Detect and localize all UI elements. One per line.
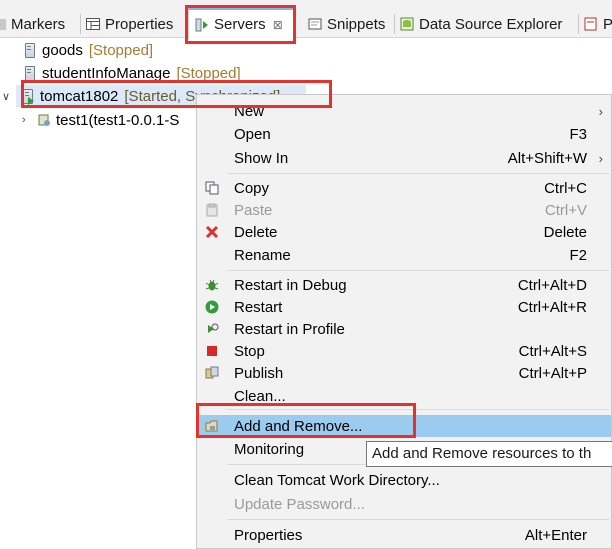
data-source-icon xyxy=(400,17,414,31)
add-remove-tooltip: Add and Remove resources to th xyxy=(366,441,612,467)
tab-markers[interactable]: Markers xyxy=(0,10,65,38)
properties-icon xyxy=(86,17,100,31)
menu-item-restart-in-debug[interactable]: Restart in Debug Ctrl+Alt+D xyxy=(197,274,611,296)
view-tab-bar: Markers Properties Servers ⊠ Snippets Da… xyxy=(0,0,612,39)
menu-item-update-password[interactable]: Update Password... xyxy=(197,493,611,515)
tab-label: Properties xyxy=(105,15,174,33)
tab-label: Pr xyxy=(603,15,612,33)
tab-progress[interactable]: Pr xyxy=(584,10,612,38)
server-name: studentInfoManage xyxy=(42,64,171,82)
highlight-box-servers-tab xyxy=(185,5,296,44)
menu-item-rename[interactable]: Rename F2 xyxy=(197,244,611,266)
menu-item-stop[interactable]: Stop Ctrl+Alt+S xyxy=(197,340,611,362)
tab-label: Data Source Explorer xyxy=(419,15,563,33)
tab-data-source-explorer[interactable]: Data Source Explorer xyxy=(400,10,562,38)
stop-icon xyxy=(205,344,219,358)
snippets-icon xyxy=(308,17,322,31)
chevron-right-icon[interactable]: › xyxy=(22,114,36,126)
chevron-right-icon: › xyxy=(598,103,603,119)
highlight-box-tomcat-row xyxy=(21,80,332,108)
menu-item-show-in[interactable]: Show In Alt+Shift+W › xyxy=(197,147,611,169)
run-icon xyxy=(205,300,219,314)
copy-icon xyxy=(205,181,219,195)
menu-item-open[interactable]: Open F3 xyxy=(197,123,611,145)
menu-item-publish[interactable]: Publish Ctrl+Alt+P xyxy=(197,362,611,384)
server-icon xyxy=(24,65,36,81)
module-icon xyxy=(36,113,52,127)
menu-item-copy[interactable]: Copy Ctrl+C xyxy=(197,177,611,199)
module-row-test1[interactable]: › test1(test1-0.0.1-S xyxy=(22,109,179,131)
menu-item-delete[interactable]: Delete Delete xyxy=(197,221,611,243)
paste-icon xyxy=(205,203,219,217)
highlight-box-add-remove xyxy=(196,403,416,438)
context-menu: New › Open F3 Show In Alt+Shift+W › Copy… xyxy=(196,94,612,549)
menu-item-restart[interactable]: Restart Ctrl+Alt+R xyxy=(197,296,611,318)
chevron-down-icon[interactable]: ∨ xyxy=(2,90,16,103)
menu-item-clean-tomcat-work-directory[interactable]: Clean Tomcat Work Directory... xyxy=(197,469,611,491)
delete-icon xyxy=(205,225,219,239)
tab-label: Snippets xyxy=(327,15,386,33)
tab-snippets[interactable]: Snippets xyxy=(308,10,385,38)
tab-properties[interactable]: Properties xyxy=(86,10,173,38)
menu-item-paste[interactable]: Paste Ctrl+V xyxy=(197,199,611,221)
server-status: [Stopped] xyxy=(88,41,154,59)
profile-icon xyxy=(205,322,219,336)
server-status: [Stopped] xyxy=(176,64,241,82)
module-name: test1(test1-0.0.1-S xyxy=(56,111,180,129)
publish-icon xyxy=(205,366,219,380)
tab-label: Markers xyxy=(11,15,66,33)
server-icon xyxy=(24,42,36,58)
chevron-right-icon: › xyxy=(598,150,603,166)
server-name: goods xyxy=(42,41,83,59)
markers-icon xyxy=(0,17,6,31)
menu-item-properties[interactable]: Properties Alt+Enter xyxy=(197,524,611,546)
debug-bug-icon xyxy=(205,278,219,292)
menu-item-restart-in-profile[interactable]: Restart in Profile xyxy=(197,318,611,340)
server-row-goods[interactable]: goods [Stopped] xyxy=(24,39,153,61)
progress-icon xyxy=(584,17,598,31)
